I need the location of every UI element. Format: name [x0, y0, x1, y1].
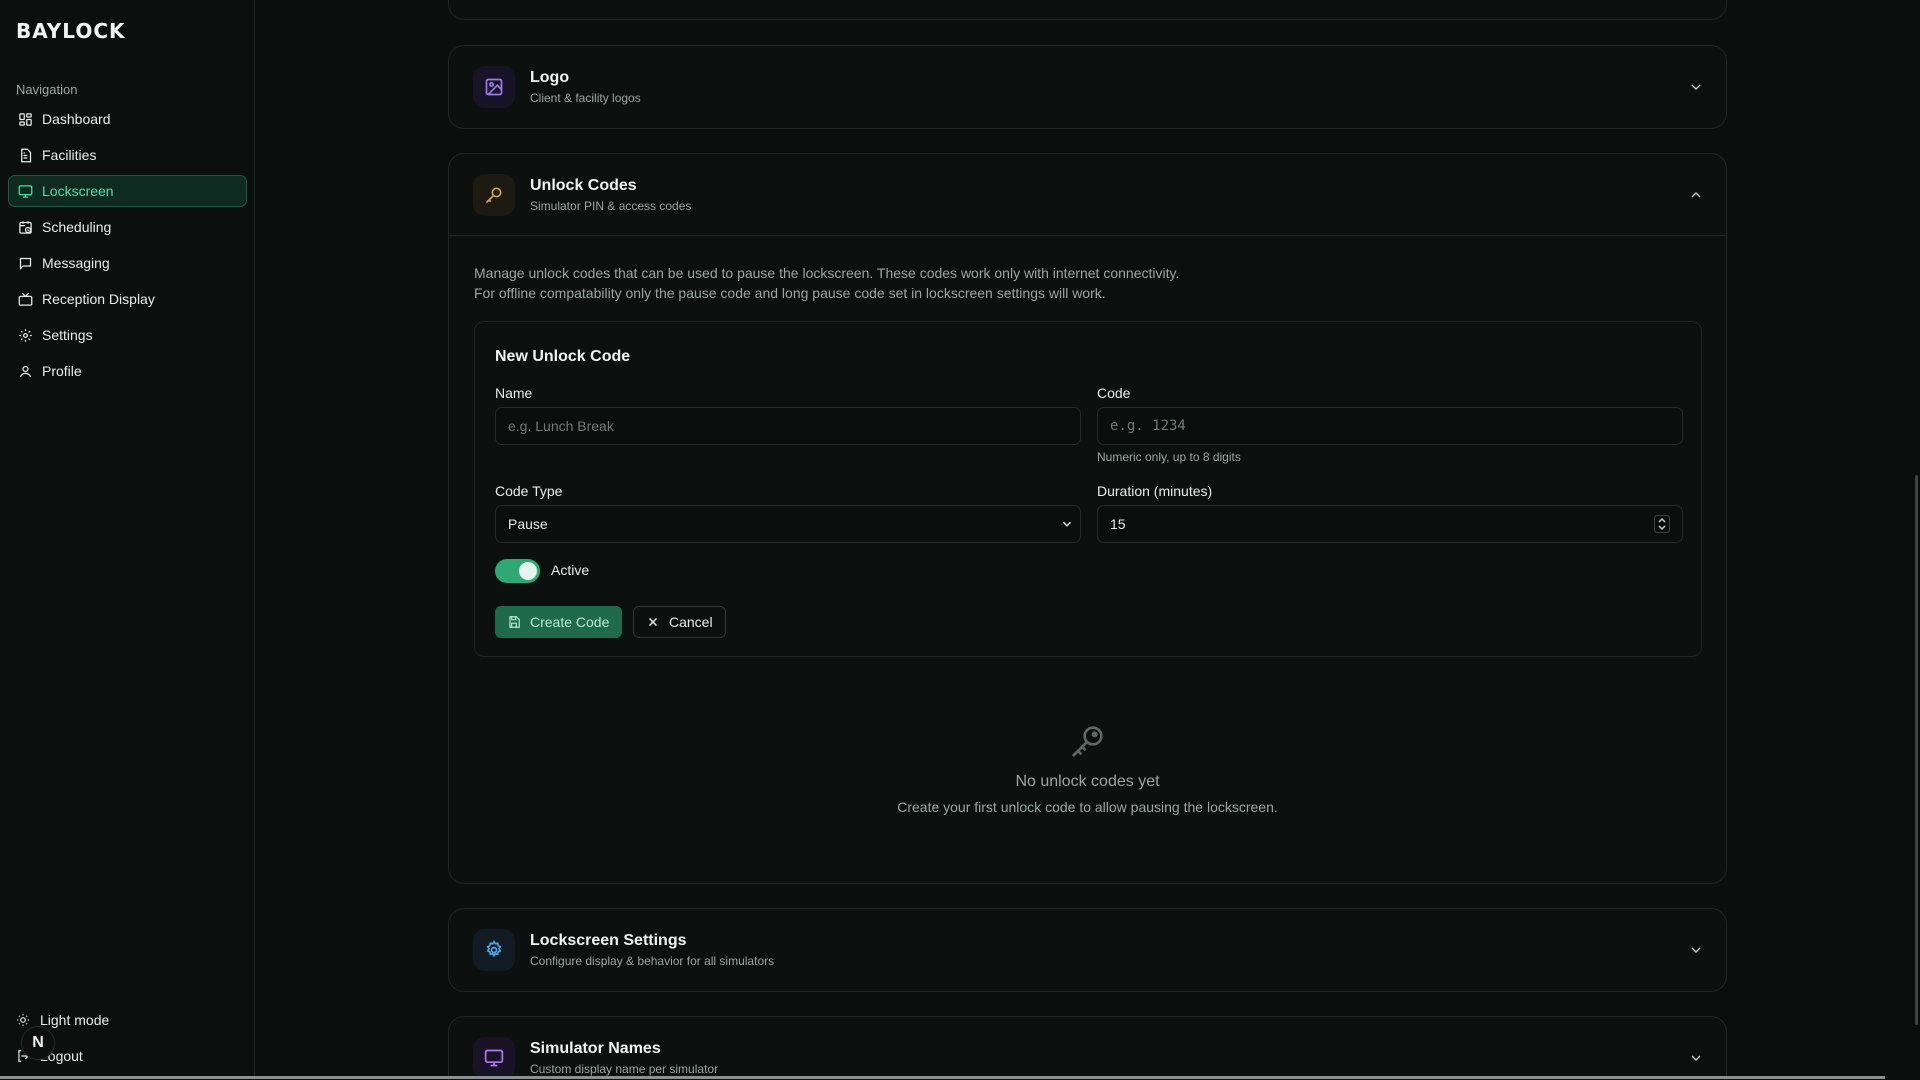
calendar-clock-icon: [18, 220, 33, 235]
sidebar: BAYLOCK Navigation Dashboard Facilities …: [0, 0, 255, 1080]
logo-section-title: Logo: [530, 69, 570, 86]
code-input[interactable]: e.g. 1234: [1097, 407, 1683, 445]
duration-label: Duration (minutes): [1097, 483, 1213, 499]
lockscreen-settings-section[interactable]: Lockscreen Settings Configure display & …: [448, 908, 1727, 992]
cancel-button[interactable]: Cancel: [633, 606, 726, 638]
sidebar-item-label: Settings: [42, 327, 93, 343]
description-line-2: For offline compatability only the pause…: [474, 285, 1106, 301]
unlock-codes-title: Unlock Codes: [530, 176, 637, 194]
sidebar-item-profile[interactable]: Profile: [8, 355, 247, 387]
sidebar-item-lockscreen[interactable]: Lockscreen: [8, 175, 247, 207]
number-stepper[interactable]: [1654, 515, 1670, 533]
light-mode-label: Light mode: [40, 1012, 110, 1028]
name-placeholder: e.g. Lunch Break: [508, 418, 614, 434]
previous-section-card: [448, 0, 1727, 20]
vertical-scrollbar[interactable]: [1915, 475, 1918, 1025]
chevron-down-icon[interactable]: [1688, 79, 1704, 95]
form-title: New Unlock Code: [495, 348, 631, 365]
name-input[interactable]: e.g. Lunch Break: [495, 407, 1081, 445]
main-content: Logo Client & facility logos Unlock Code…: [255, 0, 1920, 1080]
sidebar-item-dashboard[interactable]: Dashboard: [8, 103, 247, 135]
unlock-codes-header[interactable]: Unlock Codes Simulator PIN & access code…: [449, 154, 1726, 236]
sidebar-item-label: Dashboard: [42, 111, 111, 127]
empty-state-title: No unlock codes yet: [1015, 773, 1160, 790]
empty-state-subtitle: Create your first unlock code to allow p…: [897, 799, 1278, 815]
monitor-icon: [473, 1037, 515, 1079]
gear-icon: [473, 929, 515, 971]
chevron-down-icon[interactable]: [1688, 1050, 1704, 1066]
key-icon: [449, 721, 1726, 761]
nav-heading: Navigation: [16, 82, 78, 97]
logo-section[interactable]: Logo Client & facility logos: [448, 45, 1727, 129]
sidebar-item-label: Messaging: [42, 255, 110, 271]
empty-state: No unlock codes yet Create your first un…: [449, 721, 1726, 815]
chevron-up-icon[interactable]: [1688, 187, 1704, 203]
code-type-value: Pause: [508, 516, 548, 532]
horizontal-scrollbar[interactable]: [0, 1076, 1885, 1079]
lockscreen-settings-title: Lockscreen Settings: [530, 932, 687, 949]
image-icon: [473, 66, 515, 108]
duration-input[interactable]: 15: [1097, 505, 1683, 543]
close-icon: [646, 615, 660, 629]
document-icon: [18, 148, 33, 163]
new-unlock-code-form: New Unlock Code Name e.g. Lunch Break Co…: [474, 321, 1702, 657]
create-code-label: Create Code: [530, 614, 610, 630]
sidebar-item-label: Facilities: [42, 147, 97, 163]
sun-icon: [16, 1013, 30, 1027]
simulator-names-subtitle: Custom display name per simulator: [530, 1062, 719, 1076]
code-placeholder: e.g. 1234: [1110, 418, 1186, 434]
sidebar-item-facilities[interactable]: Facilities: [8, 139, 247, 171]
simulator-names-section[interactable]: Simulator Names Custom display name per …: [448, 1016, 1727, 1080]
sidebar-item-label: Reception Display: [42, 291, 155, 307]
simulator-names-title: Simulator Names: [530, 1040, 661, 1057]
brand-logo: BAYLOCK: [16, 19, 126, 43]
unlock-codes-subtitle: Simulator PIN & access codes: [530, 198, 692, 213]
sidebar-item-messaging[interactable]: Messaging: [8, 247, 247, 279]
user-icon: [18, 364, 33, 379]
sidebar-item-scheduling[interactable]: Scheduling: [8, 211, 247, 243]
name-label: Name: [495, 385, 533, 401]
lockscreen-settings-subtitle: Configure display & behavior for all sim…: [530, 954, 775, 968]
duration-value: 15: [1110, 516, 1126, 532]
code-hint: Numeric only, up to 8 digits: [1097, 450, 1241, 464]
sidebar-item-label: Lockscreen: [42, 183, 114, 199]
sidebar-item-label: Profile: [42, 363, 82, 379]
chevron-down-icon[interactable]: [1688, 942, 1704, 958]
create-code-button[interactable]: Create Code: [495, 606, 622, 638]
message-icon: [18, 256, 33, 271]
unlock-codes-description: Manage unlock codes that can be used to …: [474, 263, 1179, 303]
tv-icon: [18, 292, 33, 307]
sidebar-item-settings[interactable]: Settings: [8, 319, 247, 351]
sidebar-item-label: Scheduling: [42, 219, 112, 235]
gear-icon: [18, 328, 33, 343]
description-line-1: Manage unlock codes that can be used to …: [474, 265, 1180, 281]
monitor-icon: [18, 184, 33, 199]
logo-section-subtitle: Client & facility logos: [530, 91, 641, 105]
save-icon: [507, 615, 521, 629]
sidebar-nav: Dashboard Facilities Lockscreen Scheduli…: [8, 103, 247, 391]
avatar[interactable]: N: [21, 1026, 55, 1060]
unlock-codes-section: Unlock Codes Simulator PIN & access code…: [448, 153, 1727, 884]
code-type-label: Code Type: [495, 483, 563, 499]
cancel-label: Cancel: [669, 614, 713, 630]
active-toggle[interactable]: [495, 559, 540, 583]
key-icon: [473, 173, 515, 216]
dashboard-icon: [18, 112, 33, 127]
active-label: Active: [551, 562, 590, 578]
code-label: Code: [1097, 385, 1131, 401]
chevron-down-icon: [1060, 517, 1074, 531]
toggle-knob: [519, 562, 537, 580]
code-type-select[interactable]: Pause: [495, 505, 1081, 543]
sidebar-item-reception-display[interactable]: Reception Display: [8, 283, 247, 315]
